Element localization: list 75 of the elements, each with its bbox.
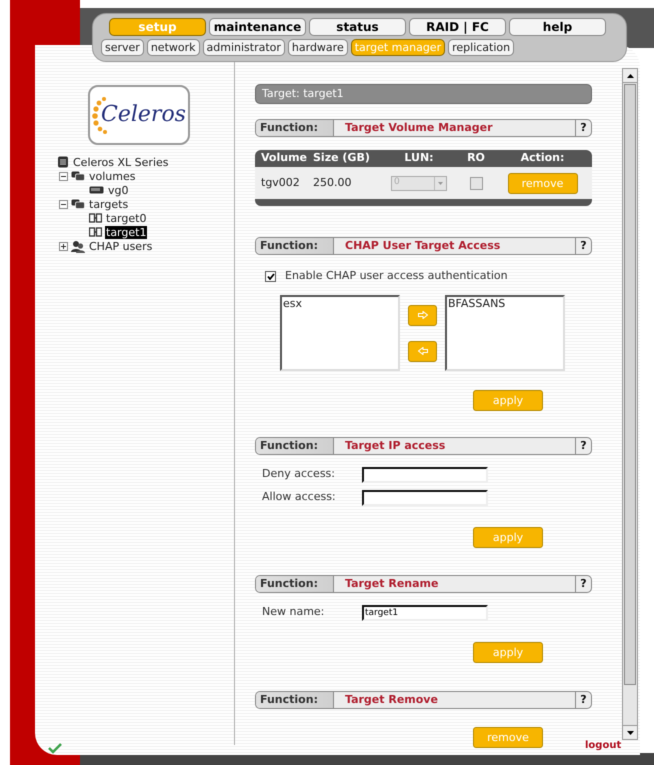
tree-item[interactable]: target0 bbox=[105, 212, 148, 224]
scroll-up-icon[interactable] bbox=[626, 74, 634, 78]
field-label: New name: bbox=[262, 604, 326, 620]
drives-icon bbox=[71, 171, 85, 181]
tree-item[interactable]: Celeros XL Series bbox=[72, 156, 170, 168]
page-title: Target: target1 bbox=[255, 84, 592, 104]
checkbox-label: Enable CHAP user access authentication bbox=[285, 268, 508, 284]
list-box[interactable]: esx bbox=[280, 294, 400, 370]
column-header: Volume bbox=[260, 150, 307, 166]
connector-icon bbox=[89, 213, 102, 223]
function-label: Function: bbox=[256, 120, 334, 136]
list-option[interactable]: esx bbox=[283, 296, 397, 310]
arrow-button[interactable] bbox=[408, 304, 437, 326]
column-header: Size (GB) bbox=[312, 150, 371, 166]
function-title: Target IP access bbox=[344, 438, 446, 454]
help-button[interactable]: ? bbox=[575, 692, 591, 708]
arrow-button[interactable] bbox=[408, 340, 437, 362]
sub-tab[interactable]: server bbox=[101, 39, 144, 56]
collapse-icon[interactable] bbox=[59, 172, 68, 180]
input-field[interactable] bbox=[362, 466, 488, 482]
help-button[interactable]: ? bbox=[575, 438, 591, 454]
nav-tab[interactable]: help bbox=[509, 18, 606, 36]
help-button[interactable]: ? bbox=[575, 238, 591, 254]
list-option[interactable]: BFASSANS bbox=[448, 296, 562, 310]
scrollbar[interactable] bbox=[622, 68, 638, 740]
nav-tab[interactable]: maintenance bbox=[209, 18, 306, 36]
field-label: Deny access: bbox=[262, 466, 336, 482]
drives-icon bbox=[71, 199, 85, 209]
logout-link[interactable]: logout bbox=[585, 738, 622, 753]
function-title: Target Rename bbox=[344, 576, 440, 592]
function-label: Function: bbox=[256, 576, 334, 592]
scroll-down-icon[interactable] bbox=[626, 730, 634, 734]
nav-tab[interactable]: status bbox=[309, 18, 406, 36]
tree-item[interactable]: volumes bbox=[88, 170, 136, 182]
help-button[interactable]: ? bbox=[575, 120, 591, 136]
table-cell-text: tgv002 bbox=[260, 174, 301, 191]
minus-icon bbox=[61, 174, 66, 178]
minus-icon bbox=[61, 202, 66, 206]
logo-text: Celeros bbox=[101, 104, 186, 126]
users-icon bbox=[71, 240, 85, 252]
collapse-icon[interactable] bbox=[59, 200, 68, 208]
function-label: Function: bbox=[256, 238, 334, 254]
function-title: Target Volume Manager bbox=[344, 120, 494, 136]
check-icon bbox=[266, 272, 274, 280]
sub-tab[interactable]: network bbox=[146, 39, 200, 56]
column-header: RO bbox=[466, 150, 486, 166]
checkbox[interactable] bbox=[265, 270, 276, 282]
function-label: Function: bbox=[256, 438, 334, 454]
sub-tab[interactable]: replication bbox=[448, 39, 514, 56]
sub-tab[interactable]: hardware bbox=[288, 39, 348, 56]
nav-tab[interactable]: RAID | FC bbox=[409, 18, 506, 36]
connector-icon bbox=[89, 227, 102, 237]
function-title: Target Remove bbox=[344, 692, 439, 708]
column-header: LUN: bbox=[403, 150, 435, 166]
dropdown-arrow-icon bbox=[438, 182, 443, 184]
column-header: Action: bbox=[520, 150, 566, 166]
checkmark-icon bbox=[48, 743, 62, 754]
input-field[interactable]: target1 bbox=[362, 604, 488, 620]
tree-item[interactable]: targets bbox=[88, 198, 130, 210]
tree-item[interactable]: CHAP users bbox=[88, 240, 154, 252]
tree-item[interactable]: target1 bbox=[105, 226, 148, 238]
list-box[interactable]: BFASSANS bbox=[445, 294, 565, 370]
input-field[interactable] bbox=[362, 490, 488, 506]
table-cell-text: 250.00 bbox=[312, 174, 352, 191]
server-icon bbox=[57, 156, 69, 168]
tree-item[interactable]: vg0 bbox=[107, 184, 130, 196]
expand-icon[interactable] bbox=[59, 242, 68, 250]
sub-tab[interactable]: administrator bbox=[202, 39, 285, 56]
field-label: Allow access: bbox=[262, 489, 337, 506]
plus-icon bbox=[61, 244, 66, 248]
function-label: Function: bbox=[256, 692, 334, 708]
right-arrow-icon bbox=[418, 311, 428, 319]
function-title: CHAP User Target Access bbox=[344, 238, 502, 254]
left-arrow-icon bbox=[418, 347, 428, 355]
help-button[interactable]: ? bbox=[575, 576, 591, 592]
